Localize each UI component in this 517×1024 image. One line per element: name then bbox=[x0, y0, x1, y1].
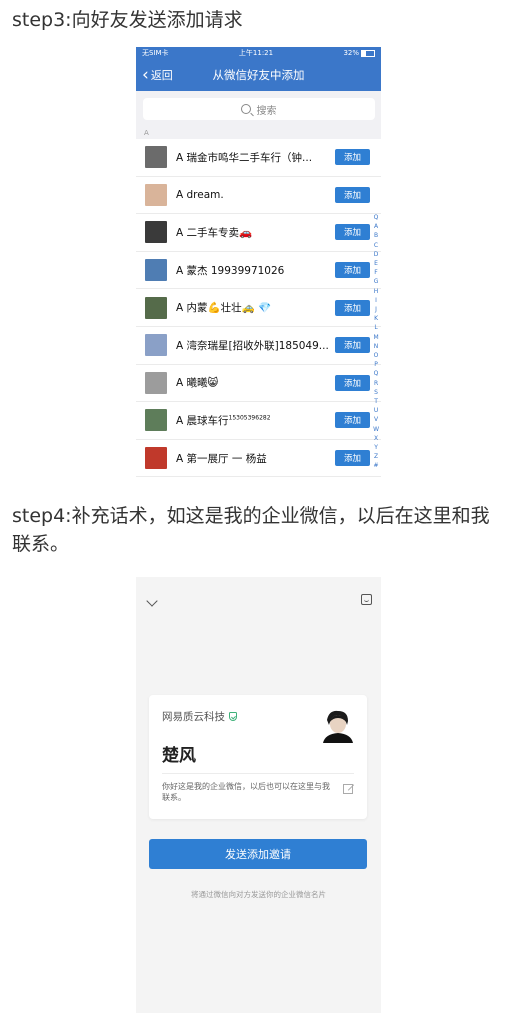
send-invite-button[interactable]: 发送添加邀请 bbox=[149, 839, 367, 869]
list-item[interactable]: A 瑞金市鸣华二手车行（钟... 添加 bbox=[136, 139, 381, 177]
add-button[interactable]: 添加 bbox=[335, 412, 370, 429]
index-letter[interactable]: A bbox=[374, 222, 378, 231]
company-name: 网易质云科技 bbox=[162, 709, 237, 724]
avatar bbox=[145, 334, 167, 357]
list-item[interactable]: A dream. 添加 bbox=[136, 177, 381, 215]
index-letter[interactable]: G bbox=[374, 277, 379, 286]
greeting-message[interactable]: 你好这是我的企业微信，以后也可以在这里与我联系。 bbox=[162, 781, 332, 803]
card-icon[interactable] bbox=[361, 594, 372, 605]
index-letter[interactable]: Z bbox=[374, 452, 378, 461]
carrier-text: 无SIM卡 bbox=[142, 49, 169, 57]
add-button[interactable]: 添加 bbox=[335, 337, 370, 354]
add-button[interactable]: 添加 bbox=[335, 149, 370, 166]
search-area: 搜索 bbox=[136, 91, 381, 127]
divider bbox=[162, 773, 354, 774]
avatar bbox=[145, 146, 167, 169]
index-letter[interactable]: S bbox=[374, 388, 378, 397]
status-bar: 无SIM卡 上午11:21 32% bbox=[136, 47, 381, 59]
index-letter[interactable]: D bbox=[374, 250, 379, 259]
chevron-down-icon[interactable] bbox=[146, 595, 158, 607]
avatar bbox=[145, 409, 167, 432]
index-letter[interactable]: E bbox=[374, 259, 378, 268]
contact-name: A 曦曦😸 bbox=[176, 377, 219, 390]
index-letter[interactable]: X bbox=[374, 434, 378, 443]
contact-name: A 湾奈瑞星[招收外联]185049... bbox=[176, 339, 329, 352]
phone-screenshot-add-friends: 无SIM卡 上午11:21 32% ‹ 返回 从微信好友中添加 搜索 A A 瑞金… bbox=[136, 47, 381, 487]
list-item[interactable]: A 晨球车行15305396282 添加 bbox=[136, 402, 381, 440]
index-letter[interactable]: R bbox=[374, 379, 378, 388]
contact-name: A 二手车专卖🚗 bbox=[176, 226, 253, 239]
avatar bbox=[145, 183, 167, 206]
nav-bar: ‹ 返回 从微信好友中添加 bbox=[136, 59, 381, 91]
back-button[interactable]: ‹ 返回 bbox=[142, 59, 173, 91]
index-letter[interactable]: Q bbox=[374, 369, 379, 378]
step4-title: step4:补充话术，如这是我的企业微信，以后在这里和我联系。 bbox=[12, 505, 490, 555]
section-header: A bbox=[136, 127, 381, 139]
search-input[interactable]: 搜索 bbox=[142, 98, 375, 120]
phone-screenshot-invite: 网易质云科技 楚风 你好这是我的企业微信，以后也可以在这里与我联系。 发送添加邀… bbox=[136, 577, 381, 1013]
battery-icon bbox=[361, 49, 375, 57]
index-letter[interactable]: C bbox=[374, 241, 378, 250]
person-name: 楚风 bbox=[162, 746, 196, 766]
index-letter[interactable]: N bbox=[374, 342, 379, 351]
index-letter[interactable]: O bbox=[374, 351, 379, 360]
avatar bbox=[145, 371, 167, 394]
avatar bbox=[145, 296, 167, 319]
edit-icon[interactable] bbox=[343, 784, 353, 794]
add-button[interactable]: 添加 bbox=[335, 224, 370, 241]
add-button[interactable]: 添加 bbox=[335, 299, 370, 316]
contact-name: A 第一展厅 一 杨益 bbox=[176, 452, 267, 465]
index-letter[interactable]: H bbox=[374, 287, 379, 296]
add-button[interactable]: 添加 bbox=[335, 450, 370, 467]
index-letter[interactable]: L bbox=[374, 323, 377, 332]
add-button[interactable]: 添加 bbox=[335, 186, 370, 203]
index-letter[interactable]: B bbox=[374, 231, 378, 240]
index-letter[interactable]: V bbox=[374, 415, 378, 424]
avatar bbox=[319, 707, 355, 743]
index-letter[interactable]: Q bbox=[374, 213, 379, 222]
index-letter[interactable]: T bbox=[374, 397, 378, 406]
contact-name: A 内蒙💪壮壮🚕 💎 bbox=[176, 302, 272, 315]
add-button[interactable]: 添加 bbox=[335, 262, 370, 279]
contact-name: A dream. bbox=[176, 188, 224, 201]
chevron-left-icon: ‹ bbox=[142, 64, 149, 85]
contact-list: A 瑞金市鸣华二手车行（钟... 添加 A dream. 添加 A 二手车专卖🚗 添加 A … bbox=[136, 139, 381, 478]
avatar bbox=[145, 259, 167, 282]
step3-title: step3:向好友发送添加请求 bbox=[12, 9, 243, 31]
hint-text: 将通过微信向对方发送你的企业微信名片 bbox=[191, 890, 326, 899]
list-item[interactable]: A 第一展厅 一 杨益 添加 bbox=[136, 440, 381, 478]
list-item[interactable]: A 曦曦😸 添加 bbox=[136, 365, 381, 403]
index-letter[interactable]: M bbox=[373, 333, 378, 342]
battery-indicator: 32% bbox=[343, 49, 375, 57]
list-item[interactable]: A 蒙杰 19939971026 添加 bbox=[136, 252, 381, 290]
business-card: 网易质云科技 楚风 你好这是我的企业微信，以后也可以在这里与我联系。 bbox=[149, 695, 367, 819]
index-letter[interactable]: I bbox=[375, 296, 377, 305]
index-letter[interactable]: # bbox=[374, 461, 379, 470]
alphabet-index[interactable]: Q A B C D E F G H I J K L M N O P Q R S T U V W X Y Z # bbox=[373, 213, 379, 471]
add-button[interactable]: 添加 bbox=[335, 374, 370, 391]
index-letter[interactable]: F bbox=[374, 268, 377, 277]
contact-name: A 晨球车行15305396282 bbox=[176, 414, 271, 427]
verified-shield-icon bbox=[229, 712, 237, 721]
avatar bbox=[145, 221, 167, 244]
index-letter[interactable]: J bbox=[375, 305, 377, 314]
index-letter[interactable]: U bbox=[374, 406, 378, 415]
index-letter[interactable]: W bbox=[373, 425, 379, 434]
contact-name: A 瑞金市鸣华二手车行（钟... bbox=[176, 151, 313, 164]
avatar bbox=[145, 447, 167, 470]
index-letter[interactable]: Y bbox=[374, 443, 378, 452]
list-item[interactable]: A 内蒙💪壮壮🚕 💎 添加 bbox=[136, 289, 381, 327]
contact-name: A 蒙杰 19939971026 bbox=[176, 264, 285, 277]
list-item[interactable]: A 湾奈瑞星[招收外联]185049... 添加 bbox=[136, 327, 381, 365]
index-letter[interactable]: P bbox=[374, 360, 378, 369]
list-item[interactable]: A 二手车专卖🚗 添加 bbox=[136, 214, 381, 252]
status-time: 上午11:21 bbox=[238, 49, 274, 57]
index-letter[interactable]: K bbox=[374, 314, 378, 323]
search-icon bbox=[240, 104, 251, 114]
